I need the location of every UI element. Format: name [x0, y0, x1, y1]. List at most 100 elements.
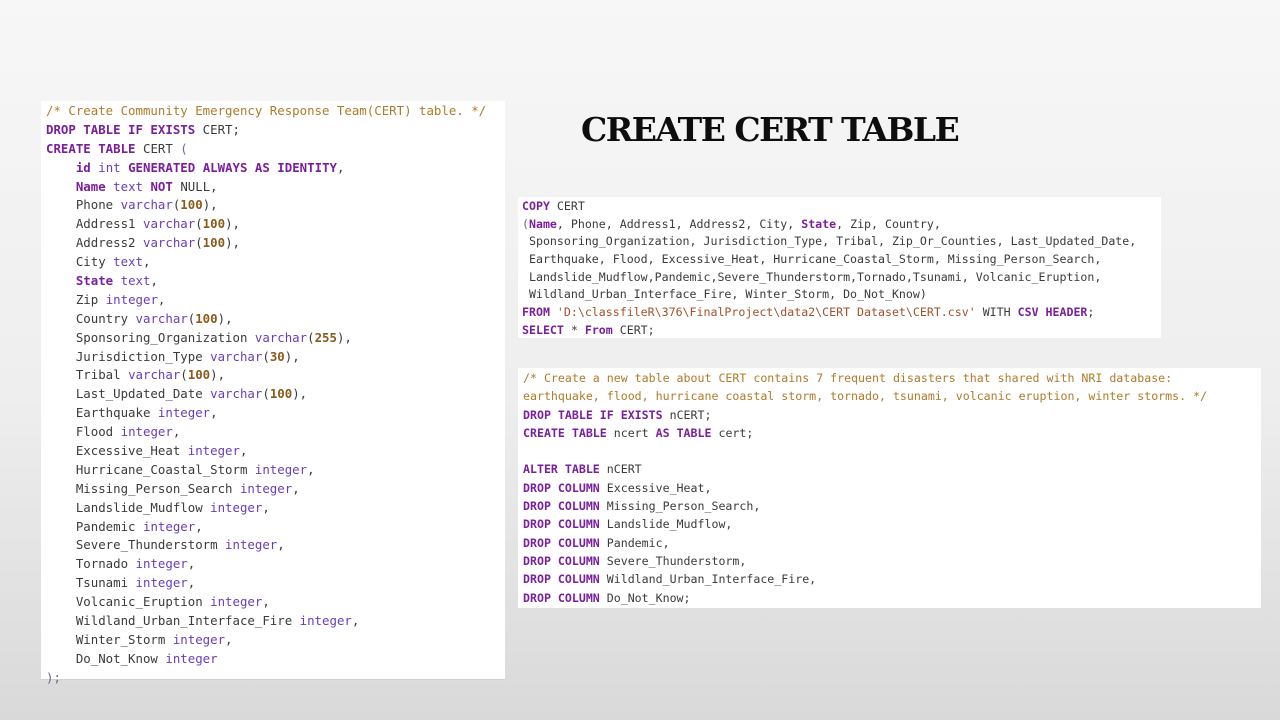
code-token: Do_Not_Know: [46, 650, 166, 666]
code-token: , Zip, Country,: [836, 216, 941, 231]
code-token: text: [113, 254, 143, 270]
code-line: Zip integer,: [46, 291, 505, 310]
code-token: ,: [187, 556, 196, 572]
code-line: Sponsoring_Organization varchar(255),: [46, 329, 505, 348]
code-token: integer: [210, 594, 263, 610]
code-token: varchar: [254, 329, 308, 345]
code-token: ,: [142, 254, 151, 270]
code-token: DROP COLUMN: [523, 499, 600, 514]
code-line: Jurisdiction_Type varchar(30),: [46, 348, 505, 367]
code-line: Excessive_Heat integer,: [46, 442, 505, 461]
code-line: Tribal varchar(100),: [46, 366, 505, 385]
code-token: (: [195, 235, 203, 251]
code-token: ),: [292, 386, 308, 402]
code-token: DROP COLUMN: [523, 590, 600, 605]
code-token: integer: [105, 291, 158, 307]
code-line: Tornado integer,: [46, 555, 505, 574]
code-token: ,: [307, 461, 315, 477]
slide-title: CREATE CERT TABLE: [581, 110, 960, 149]
code-line: DROP COLUMN Wildland_Urban_Interface_Fir…: [523, 570, 1261, 588]
code-line: Address2 varchar(100),: [46, 234, 505, 253]
code-token: Earthquake, Flood, Excessive_Heat, Hurri…: [522, 252, 1102, 267]
code-token: ;: [1087, 305, 1095, 320]
code-token: Flood: [46, 424, 121, 440]
code-token: ),: [336, 329, 352, 345]
code-token: Wildland_Urban_Interface_Fire, Winter_St…: [522, 287, 927, 302]
create-table-code-panel: /* Create Community Emergency Response T…: [41, 101, 505, 685]
code-token: int: [98, 159, 121, 175]
code-token: integer: [299, 613, 352, 629]
code-token: integer: [165, 650, 218, 666]
code-token: ,: [336, 159, 345, 175]
code-token: CERT;: [195, 121, 240, 137]
code-line: Flood integer,: [46, 423, 505, 442]
code-token: varchar: [210, 386, 263, 402]
code-token: DROP TABLE IF EXISTS: [523, 407, 663, 422]
code-token: id: [75, 159, 91, 175]
code-token: Landslide_Mudflow,Pandemic,Severe_Thunde…: [522, 269, 1102, 284]
code-line: COPY CERT: [522, 198, 1161, 216]
code-line: DROP COLUMN Landslide_Mudflow,: [523, 515, 1261, 533]
code-token: (: [180, 367, 188, 383]
code-token: integer: [210, 499, 263, 515]
code-token: varchar: [142, 216, 196, 232]
code-token: , Phone, Address1, Address2, City,: [556, 216, 802, 231]
code-token: Zip: [46, 291, 106, 307]
code-token: ,: [239, 443, 248, 459]
code-token: Tornado: [46, 556, 136, 572]
code-token: 100: [180, 197, 203, 213]
code-line: Volcanic_Eruption integer,: [46, 593, 505, 612]
code-token: Phone: [46, 197, 121, 213]
code-token: integer: [225, 537, 278, 553]
code-token: integer: [172, 631, 226, 647]
code-line: Wildland_Urban_Interface_Fire, Winter_St…: [522, 286, 1161, 304]
code-token: ,: [172, 424, 181, 440]
code-token: (: [180, 140, 188, 156]
code-token: /* Create a new table about CERT contain…: [523, 371, 1173, 385]
code-line: DROP COLUMN Excessive_Heat,: [523, 479, 1261, 497]
code-token: Do_Not_Know;: [599, 590, 691, 605]
code-token: integer: [239, 480, 293, 496]
code-token: 100: [195, 310, 218, 326]
code-token: Volcanic_Eruption: [46, 594, 211, 610]
code-token: varchar: [142, 235, 196, 251]
code-line: Earthquake integer,: [46, 404, 505, 423]
code-line: Address1 varchar(100),: [46, 215, 505, 234]
code-line: DROP COLUMN Missing_Person_Search,: [523, 497, 1261, 515]
code-token: ,: [150, 273, 158, 289]
copy-code-panel: COPY CERT (Name, Phone, Address1, Address…: [518, 197, 1161, 338]
code-line: FROM 'D:\classfileR\376\FinalProject\dat…: [522, 304, 1161, 322]
code-token: text: [120, 273, 151, 289]
code-token: CERT: [549, 199, 585, 213]
code-line: ALTER TABLE nCERT: [523, 460, 1261, 478]
code-token: 100: [269, 386, 293, 402]
code-token: From: [584, 322, 613, 337]
code-token: integer: [120, 424, 173, 440]
code-token: Sponsoring_Organization: [46, 329, 255, 345]
code-token: ),: [284, 348, 300, 364]
code-line: /* Create Community Emergency Response T…: [46, 102, 505, 121]
code-line: Pandemic integer,: [46, 518, 505, 537]
code-token: 100: [187, 367, 211, 383]
code-token: Excessive_Heat,: [599, 480, 712, 495]
code-token: Wildland_Urban_Interface_Fire: [46, 613, 300, 629]
code-token: DROP COLUMN: [523, 535, 600, 550]
code-line: Landslide_Mudflow integer,: [46, 499, 505, 518]
code-token: ,: [262, 594, 270, 610]
code-line: CREATE TABLE ncert AS TABLE cert;: [523, 424, 1261, 442]
code-line: State text,: [46, 272, 505, 291]
code-token: ,: [277, 537, 285, 553]
code-token: integer: [135, 556, 188, 572]
code-line: Name text NOT NULL,: [46, 178, 505, 197]
code-line: Country varchar(100),: [46, 310, 505, 329]
alter-table-code-panel: /* Create a new table about CERT contain…: [518, 368, 1261, 608]
code-token: NULL,: [172, 178, 218, 194]
code-line: Phone varchar(100),: [46, 196, 505, 215]
code-token: CREATE TABLE: [523, 425, 607, 440]
code-token: Name: [528, 216, 557, 231]
code-line: /* Create a new table about CERT contain…: [523, 369, 1261, 387]
